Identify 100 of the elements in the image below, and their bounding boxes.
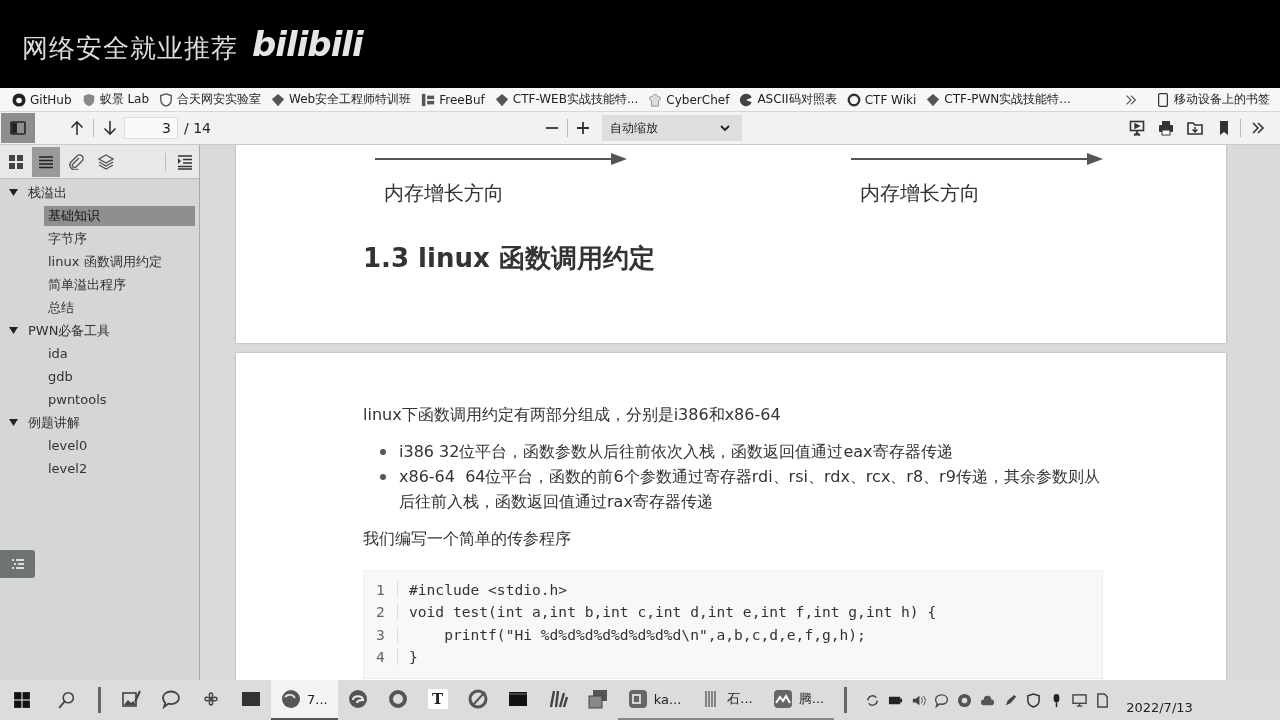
paragraph: 我们编写一个简单的传参程序: [363, 528, 572, 549]
section-heading: 1.3 linux 函数调用约定: [363, 242, 656, 275]
outline-item[interactable]: 字节序: [44, 228, 195, 249]
sync-icon[interactable]: [865, 692, 881, 708]
outline-item[interactable]: 总结: [44, 297, 195, 318]
outline-item[interactable]: level2: [44, 460, 195, 477]
taskbar-app[interactable]: ka...: [617, 680, 692, 720]
list-icon: [9, 556, 26, 572]
bookmark-link[interactable]: 合天网安实验室: [159, 91, 262, 108]
pen-icon[interactable]: [1003, 692, 1019, 708]
mountain-icon: [772, 689, 793, 709]
page-count: / 14: [184, 120, 211, 136]
outline-item[interactable]: 例题讲解: [24, 412, 195, 433]
outline-item[interactable]: 栈溢出: [24, 182, 195, 203]
code-line: }: [409, 648, 418, 666]
diamond-icon: [271, 92, 286, 107]
outline-list-icon: [38, 153, 54, 170]
arc-circle-icon: [281, 689, 301, 709]
printer-icon: [1157, 120, 1174, 136]
bars-icon: [421, 92, 436, 107]
caret-down-icon: [719, 125, 730, 131]
arrow-down-icon: [102, 120, 118, 136]
bookmark-link[interactable]: Web安全工程师特训班: [271, 91, 412, 108]
shield-outline-icon: [159, 92, 174, 107]
speech-bubble-icon: [161, 689, 181, 709]
screen-icon: [241, 689, 261, 709]
presentation-icon: [1128, 120, 1145, 136]
indented-list-icon: [177, 153, 193, 170]
taskbar-app[interactable]: 7...: [271, 680, 338, 720]
shield-icon[interactable]: [1026, 692, 1042, 708]
bookmark-folder[interactable]: 移动设备上的书签: [1156, 91, 1270, 108]
chef-hat-icon: [648, 92, 663, 107]
outline-item[interactable]: 基础知识: [44, 205, 195, 226]
sidebar-toggle-button[interactable]: [1, 113, 35, 143]
bookmark-link[interactable]: CTF-WEB实战技能特...: [494, 91, 639, 108]
terminal-window-icon: [507, 689, 528, 709]
document-icon[interactable]: [1095, 692, 1111, 708]
outline-item[interactable]: 简单溢出程序: [44, 274, 195, 295]
outline-item[interactable]: linux 函数调用约定: [44, 251, 195, 272]
sidebar-tab[interactable]: [32, 146, 60, 177]
line-number: 4: [364, 648, 398, 666]
logo-text: bilibili: [252, 24, 363, 64]
line-number: 1: [364, 580, 398, 598]
phone-icon: [1156, 92, 1170, 107]
zoom-select[interactable]: 自动缩放: [601, 115, 742, 141]
thumbnails-grid-icon: [8, 153, 24, 170]
taskbar-app[interactable]: T: [417, 680, 458, 720]
banner-title: 网络安全就业推荐: [22, 31, 238, 65]
bookmark-link[interactable]: CTF Wiki: [846, 92, 917, 107]
search-icon: [57, 691, 75, 709]
double-chevron-icon: [1124, 92, 1138, 107]
arrow-up-icon: [69, 120, 85, 136]
shield-icon: [81, 92, 96, 107]
sidebar-icon: [10, 120, 26, 136]
double-chevron-icon: [1249, 120, 1266, 136]
stripes-icon: [547, 689, 568, 709]
page-number-field[interactable]: 3: [124, 117, 178, 139]
diamond-icon: [494, 92, 509, 107]
bullet-dot-icon: [380, 449, 386, 455]
outline-item[interactable]: PWN必备工具: [24, 320, 195, 341]
ring-icon: [846, 92, 861, 107]
bullet-text: i386 32位平台，函数参数从后往前依次入栈，函数返回值通过eax寄存器传递: [399, 441, 954, 463]
outline-item[interactable]: level0: [44, 437, 195, 454]
paragraph: linux下函数调用约定有两部分组成，分别是i386和x86-64: [363, 404, 782, 425]
speaker-icon[interactable]: [911, 692, 927, 708]
bookmark-link[interactable]: FreeBuf: [421, 92, 485, 107]
monitor-icon[interactable]: [1072, 692, 1088, 708]
code-line: #include <stdio.h>: [409, 580, 568, 598]
diamond-icon: [926, 92, 941, 107]
bookmark-link[interactable]: GitHub: [12, 92, 72, 107]
taskbar-app[interactable]: 腾...: [762, 680, 835, 720]
outline-item[interactable]: ida: [44, 345, 195, 362]
bullet-text: x86-64 64位平台，函数的前6个参数通过寄存器rdi、rsi、rdx、rcx、r8、r9传递，其余参数则从后往前入栈，函数返回值通过rax寄存器传递: [399, 466, 1101, 513]
bookmark-link[interactable]: CTF-PWN实战技能特...: [926, 91, 1071, 108]
ring-icon: [387, 689, 408, 709]
outline-item[interactable]: pwntools: [44, 391, 195, 408]
layers-icon: [98, 153, 114, 170]
bookmark-link[interactable]: 蚁景 Lab: [81, 91, 150, 108]
caret-down-icon[interactable]: [9, 418, 18, 427]
donut-icon[interactable]: [957, 692, 973, 708]
outline-toggle-button[interactable]: [0, 550, 35, 578]
taskbar-app[interactable]: 石...: [691, 680, 763, 720]
thick-ring-icon: [12, 92, 26, 107]
bookmark-link[interactable]: CyberChef: [648, 92, 730, 107]
caret-down-icon[interactable]: [9, 188, 18, 197]
image-edit-icon: [121, 689, 141, 709]
outline-item[interactable]: gdb: [44, 368, 195, 385]
swirl-icon: [347, 689, 368, 709]
square-tile-icon: [627, 689, 648, 709]
windows-icon: [13, 691, 31, 709]
arrow-label: 内存增长方向: [384, 181, 504, 207]
speech-bubble-icon[interactable]: [934, 692, 950, 708]
minus-icon: [545, 127, 558, 129]
caret-down-icon[interactable]: [9, 326, 18, 335]
bullet-dot-icon: [380, 474, 386, 480]
line-number: 3: [364, 625, 398, 643]
flower-icon: [201, 689, 221, 709]
line-number: 2: [364, 603, 398, 621]
crossed-circle-icon: [467, 689, 488, 709]
bookmark-link[interactable]: ASCII码对照表: [739, 91, 837, 108]
